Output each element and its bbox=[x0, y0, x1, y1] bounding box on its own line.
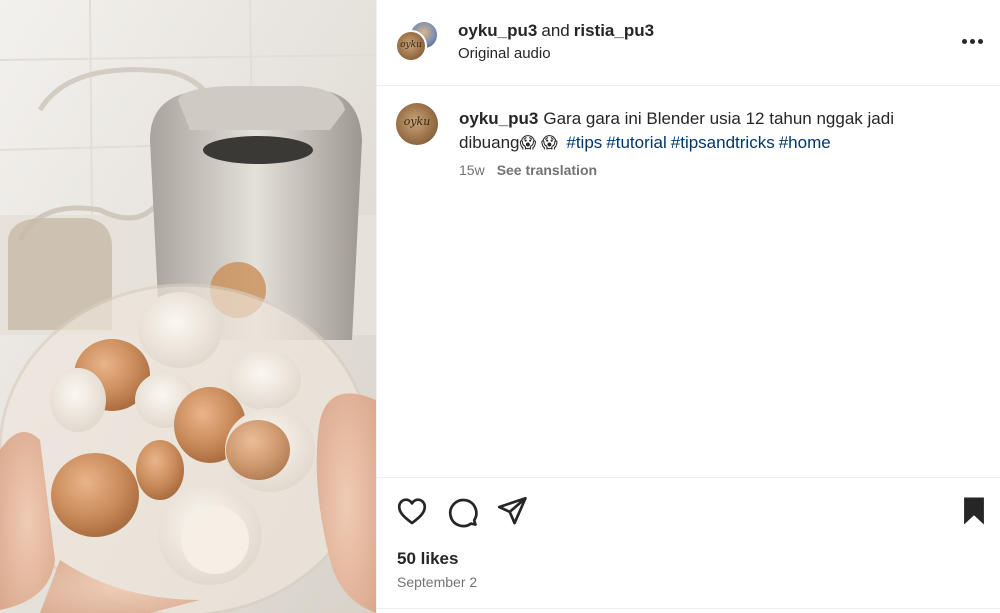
hashtag-link[interactable]: #tipsandtricks bbox=[671, 133, 775, 152]
likes-count[interactable]: 50 likes bbox=[397, 549, 458, 569]
caption-meta: 15w See translation bbox=[459, 162, 597, 178]
avatar-label: oyku bbox=[403, 115, 431, 128]
emoji-scream: 😱 bbox=[540, 135, 558, 152]
audio-link[interactable]: Original audio bbox=[458, 45, 551, 62]
post-details-panel: oyku oyku_pu3 and ristia_pu3 Original audi… bbox=[376, 0, 1000, 613]
caption-username[interactable]: oyku_pu3 bbox=[459, 109, 538, 128]
post-photo bbox=[0, 0, 376, 613]
avatar-oyku[interactable]: oyku bbox=[395, 30, 427, 62]
dot bbox=[969, 38, 975, 44]
heart-icon[interactable] bbox=[395, 494, 429, 528]
emoji-scream: 😱 bbox=[519, 135, 537, 152]
post-header: oyku oyku_pu3 and ristia_pu3 Original audi… bbox=[377, 0, 1000, 86]
dot bbox=[961, 38, 967, 44]
collab-avatars[interactable]: oyku bbox=[395, 20, 439, 64]
username-connector: and bbox=[541, 21, 570, 40]
see-translation-button[interactable]: See translation bbox=[497, 162, 597, 178]
more-options-icon[interactable] bbox=[957, 28, 987, 54]
post-media[interactable] bbox=[0, 0, 376, 613]
username-link-ristia[interactable]: ristia_pu3 bbox=[574, 21, 654, 40]
username-link-oyku[interactable]: oyku_pu3 bbox=[458, 21, 537, 40]
comment-icon[interactable] bbox=[445, 494, 479, 528]
post-date: September 2 bbox=[397, 574, 478, 590]
dot bbox=[977, 38, 983, 44]
actions-divider bbox=[377, 477, 1000, 478]
post-age: 15w bbox=[459, 162, 485, 178]
hashtag-link[interactable]: #home bbox=[779, 133, 831, 152]
bookmark-icon[interactable] bbox=[957, 494, 991, 528]
post-caption: oyku_pu3 Gara gara ini Blender usia 12 ta… bbox=[459, 107, 939, 156]
avatar-label: oyku bbox=[400, 40, 422, 50]
send-icon[interactable] bbox=[495, 494, 529, 528]
bottom-divider bbox=[377, 608, 1000, 609]
hashtag-link[interactable]: #tutorial bbox=[606, 133, 666, 152]
header-usernames: oyku_pu3 and ristia_pu3 bbox=[458, 21, 654, 41]
caption-avatar[interactable]: oyku bbox=[396, 103, 438, 145]
hashtag-link[interactable]: #tips bbox=[566, 133, 602, 152]
